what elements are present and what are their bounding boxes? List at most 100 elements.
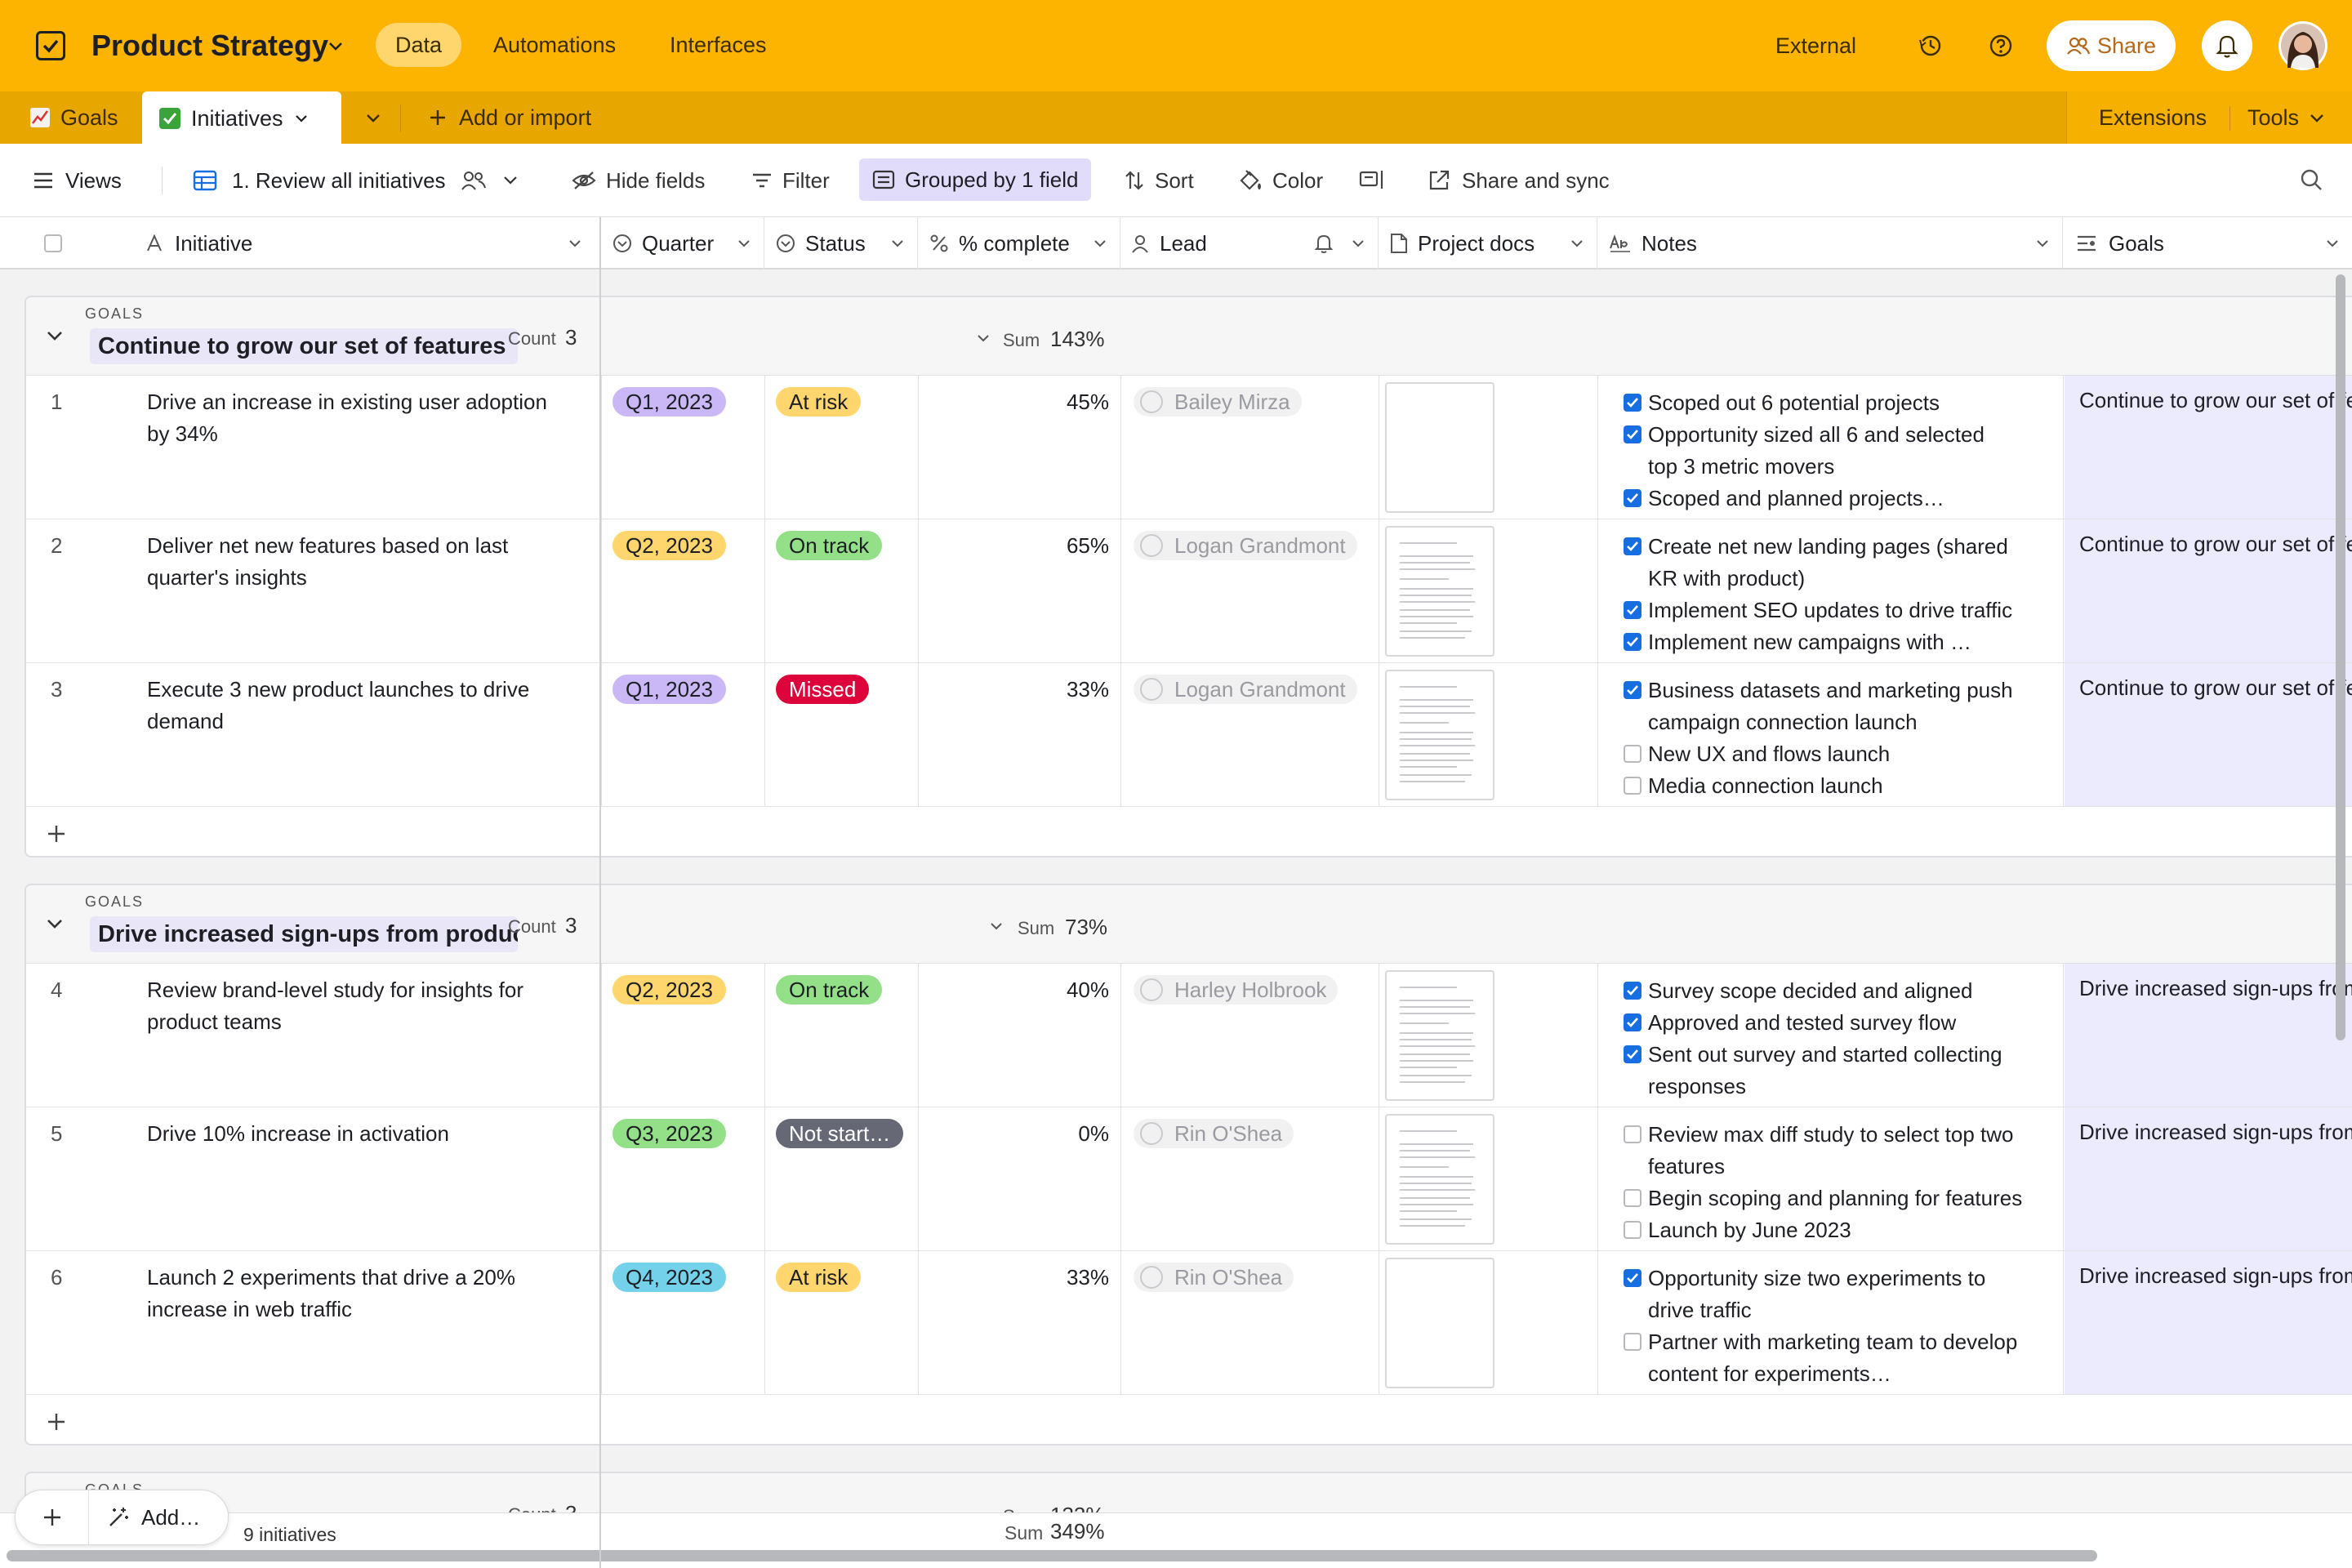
notifications-button[interactable] (2202, 20, 2252, 71)
goal-linked-record[interactable]: Continue to grow our set of features (2065, 376, 2352, 519)
note-checkbox[interactable] (1624, 1045, 1642, 1063)
note-checkbox[interactable] (1624, 1189, 1642, 1207)
note-checkbox[interactable] (1624, 633, 1642, 651)
lead-pill[interactable]: Harley Holbrook (1134, 975, 1339, 1004)
collapse-chevron-icon[interactable] (44, 913, 65, 934)
nav-automations[interactable]: Automations (474, 23, 635, 67)
column-quarter[interactable]: Quarter (601, 217, 764, 270)
note-checkbox[interactable] (1624, 1269, 1642, 1287)
all-tables-chevron-icon[interactable] (364, 109, 382, 127)
chevron-down-icon[interactable] (889, 235, 906, 252)
project-doc-thumbnail[interactable] (1385, 670, 1494, 800)
goal-linked-record[interactable]: Drive increased sign-ups from product (2065, 1107, 2352, 1250)
lead-pill[interactable]: Rin O'Shea (1134, 1263, 1294, 1292)
note-checkbox[interactable] (1624, 489, 1642, 507)
status-tag[interactable]: On track (776, 531, 883, 560)
table-row[interactable]: 3 Execute 3 new product launches to drive… (26, 663, 2352, 807)
percent-complete[interactable]: 45% (1067, 387, 1109, 416)
horizontal-scrollbar[interactable] (7, 1550, 2097, 1561)
status-tag[interactable]: At risk (776, 1263, 862, 1292)
avatar[interactable] (2278, 21, 2328, 70)
lead-pill[interactable]: Logan Grandmont (1134, 675, 1357, 704)
add-record-button[interactable] (16, 1490, 89, 1544)
add-or-import-button[interactable]: Add or import (428, 91, 591, 144)
tab-initiatives[interactable]: Initiatives (142, 91, 341, 145)
chevron-down-icon[interactable] (1092, 235, 1108, 252)
goal-linked-record[interactable]: Continue to grow our set of features (2065, 519, 2352, 662)
note-checkbox[interactable] (1624, 394, 1642, 412)
initiative-text[interactable]: by 34% (147, 419, 218, 448)
tab-goals[interactable]: Goals (29, 91, 118, 144)
group-title[interactable]: Continue to grow our set of features (90, 328, 518, 364)
views-button[interactable]: Views (33, 144, 122, 217)
table-row[interactable]: 2 Deliver net new features based on last q… (26, 519, 2352, 663)
base-checkbox-icon[interactable] (36, 31, 65, 60)
table-row[interactable]: 1 Drive an increase in existing user adop… (26, 376, 2352, 519)
project-doc-thumbnail[interactable] (1385, 1114, 1494, 1245)
add-with-ai-button[interactable]: Add… (89, 1505, 200, 1530)
initiative-text[interactable]: Drive 10% increase in activation (147, 1119, 449, 1148)
quarter-tag[interactable]: Q1, 2023 (612, 387, 726, 416)
initiative-text[interactable]: increase in web traffic (147, 1294, 352, 1324)
quarter-tag[interactable]: Q3, 2023 (612, 1119, 726, 1148)
chevron-down-icon[interactable] (736, 235, 752, 252)
status-tag[interactable]: On track (776, 975, 883, 1004)
initiative-text[interactable]: Deliver net new features based on last (147, 531, 508, 560)
percent-complete[interactable]: 65% (1067, 531, 1109, 560)
vertical-scrollbar[interactable] (2336, 274, 2345, 1040)
quarter-tag[interactable]: Q2, 2023 (612, 531, 726, 560)
view-switcher[interactable]: 1. Review all initiatives (193, 144, 519, 217)
column-lead[interactable]: Lead (1120, 217, 1379, 270)
lead-pill[interactable]: Rin O'Shea (1134, 1119, 1294, 1148)
base-name[interactable]: Product Strategy (91, 28, 328, 64)
add-record-row[interactable] (26, 807, 2352, 856)
note-checkbox[interactable] (1624, 982, 1642, 1000)
share-button[interactable]: Share (2047, 20, 2176, 71)
note-checkbox[interactable] (1624, 777, 1642, 795)
note-checkbox[interactable] (1624, 681, 1642, 699)
initiative-text[interactable]: Execute 3 new product launches to drive (147, 675, 529, 704)
filter-button[interactable]: Filter (751, 144, 830, 217)
sort-button[interactable]: Sort (1124, 144, 1194, 217)
nav-interfaces[interactable]: Interfaces (650, 23, 786, 67)
note-checkbox[interactable] (1624, 601, 1642, 619)
goal-linked-record[interactable]: Continue to grow our set of features (2065, 663, 2352, 806)
project-doc-thumbnail[interactable] (1385, 382, 1494, 513)
initiative-text[interactable]: Review brand-level study for insights fo… (147, 975, 523, 1004)
group-title[interactable]: Drive increased sign-ups from product (90, 916, 518, 952)
column-goals[interactable]: Goals (2063, 217, 2352, 270)
column-notes[interactable]: Notes (1597, 217, 2063, 270)
initiative-text[interactable]: quarter's insights (147, 563, 307, 592)
status-tag[interactable]: Not start… (776, 1119, 904, 1148)
grouped-by-button[interactable]: Grouped by 1 field (859, 158, 1092, 201)
initiative-text[interactable]: product teams (147, 1007, 282, 1036)
chevron-down-icon[interactable] (1569, 235, 1585, 252)
note-checkbox[interactable] (1624, 537, 1642, 555)
history-icon[interactable] (1918, 33, 1944, 59)
nav-data[interactable]: Data (376, 23, 462, 67)
initiative-text[interactable]: demand (147, 706, 224, 736)
project-doc-thumbnail[interactable] (1385, 1258, 1494, 1388)
select-all-checkbox[interactable] (44, 234, 62, 252)
note-checkbox[interactable] (1624, 1221, 1642, 1239)
hide-fields-button[interactable]: Hide fields (572, 144, 705, 217)
percent-complete[interactable]: 40% (1067, 975, 1109, 1004)
table-row[interactable]: 5 Drive 10% increase in activation Q3, 202… (26, 1107, 2352, 1251)
add-record-row[interactable] (26, 1395, 2352, 1444)
chevron-down-icon[interactable] (2308, 109, 2326, 127)
note-checkbox[interactable] (1624, 1013, 1642, 1031)
lead-pill[interactable]: Logan Grandmont (1134, 531, 1357, 560)
quarter-tag[interactable]: Q4, 2023 (612, 1263, 726, 1292)
note-checkbox[interactable] (1624, 745, 1642, 763)
lead-pill[interactable]: Bailey Mirza (1134, 387, 1302, 416)
chevron-down-icon[interactable] (1350, 235, 1366, 252)
column-project-docs[interactable]: Project docs (1379, 217, 1597, 270)
project-doc-thumbnail[interactable] (1385, 526, 1494, 657)
chevron-down-icon[interactable] (2324, 235, 2341, 252)
help-icon[interactable] (1988, 33, 2014, 59)
chevron-down-icon[interactable] (567, 235, 583, 252)
collapse-chevron-icon[interactable] (44, 325, 65, 346)
goal-linked-record[interactable]: Drive increased sign-ups from product (2065, 964, 2352, 1107)
column-percent-complete[interactable]: % complete (918, 217, 1120, 270)
table-row[interactable]: 4 Review brand-level study for insights f… (26, 964, 2352, 1107)
